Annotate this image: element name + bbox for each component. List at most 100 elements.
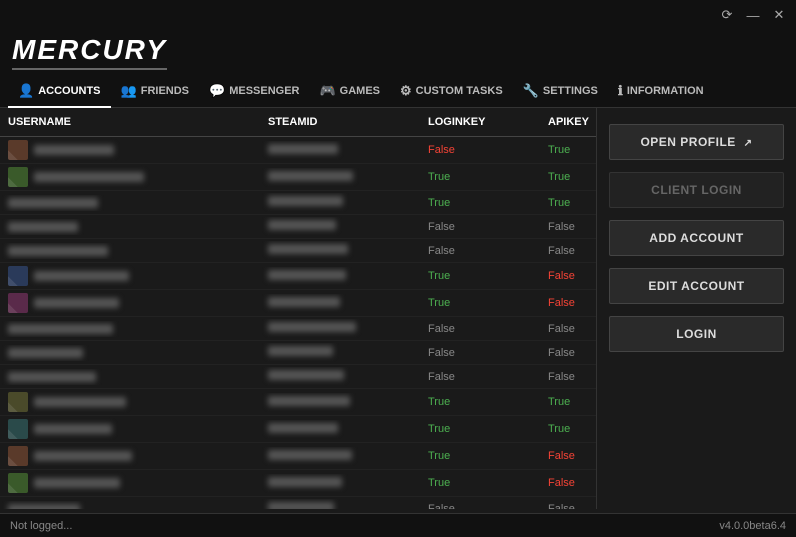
games-icon: 🎮 [319,83,335,99]
apikey-cell: True [540,168,596,186]
username-cell [0,321,260,337]
username-cell [0,369,260,385]
right-panel: OPEN PROFILE ↗ Client Login ADD ACCOUNT … [596,108,796,509]
apikey-cell: True [540,141,596,159]
apikey-cell: False [540,368,596,386]
col-loginkey: LOGINKEY [420,112,540,132]
steamid-cell [260,319,420,338]
table-row[interactable]: FalseFalse [0,239,596,263]
steamid-cell [260,141,420,160]
table-row[interactable]: TrueFalse [0,470,596,497]
loginkey-cell: True [420,447,540,465]
edit-account-button[interactable]: EDIT ACCOUNT [609,268,784,304]
nav-item-messenger[interactable]: 💬 MESSENGER [199,76,309,108]
steamid-cell [260,367,420,386]
logo-text: MERCURY [12,34,167,70]
table-row[interactable]: TrueTrue [0,164,596,191]
loginkey-cell: False [420,320,540,338]
open-profile-button[interactable]: OPEN PROFILE ↗ [609,124,784,160]
accounts-icon: 👤 [18,83,34,99]
table-row[interactable]: TrueFalse [0,443,596,470]
steamid-cell [260,420,420,439]
nav-bar: 👤ACCOUNTS 👥 FRIENDS 💬 MESSENGER 🎮GAMES⚙CUSTOM… [0,76,796,108]
nav-label-settings: SETTINGS [543,85,598,97]
table-body[interactable]: FalseTrueTrueTrueTrueTrueFalseFalseFalse… [0,137,596,509]
table-area: USERNAME STEAMID LOGINKEY APIKEY FalseTr… [0,108,596,509]
username-cell [0,195,260,211]
loginkey-cell: False [420,218,540,236]
apikey-cell: True [540,393,596,411]
col-steamid: STEAMID [260,112,420,132]
nav-item-accounts[interactable]: 👤ACCOUNTS [8,76,111,108]
client-login-button[interactable]: Client Login [609,172,784,208]
table-row[interactable]: FalseFalse [0,365,596,389]
loginkey-cell: False [420,242,540,260]
nav-item-settings[interactable]: 🔧SETTINGS [513,76,608,108]
col-apikey: APIKEY [540,112,596,132]
table-row[interactable]: FalseFalse [0,215,596,239]
username-cell [0,416,260,442]
nav-item-friends[interactable]: 👥 FRIENDS [111,76,199,108]
username-cell [0,290,260,316]
nav-label-messenger: MESSENGER [229,85,299,97]
apikey-cell: True [540,194,596,212]
friends-icon: 👥 [121,83,137,99]
add-account-button[interactable]: ADD ACCOUNT [609,220,784,256]
main-content: USERNAME STEAMID LOGINKEY APIKEY FalseTr… [0,108,796,509]
table-row[interactable]: TrueTrue [0,191,596,215]
table-row[interactable]: FalseTrue [0,137,596,164]
table-row[interactable]: TrueTrue [0,416,596,443]
nav-label-custom-tasks: CUSTOM TASKS [416,85,503,97]
title-bar: ⟳ — ✕ [0,0,796,30]
status-left: Not logged... [10,520,72,532]
username-cell [0,137,260,163]
username-cell [0,470,260,496]
username-cell [0,164,260,190]
apikey-cell: False [540,267,596,285]
username-cell [0,345,260,361]
loginkey-cell: True [420,194,540,212]
apikey-cell: False [540,500,596,510]
table-row[interactable]: FalseFalse [0,341,596,365]
nav-item-custom-tasks[interactable]: ⚙CUSTOM TASKS [390,76,513,108]
loginkey-cell: True [420,294,540,312]
apikey-cell: False [540,218,596,236]
minimize-button[interactable]: — [744,6,762,24]
steamid-cell [260,343,420,362]
loginkey-cell: True [420,393,540,411]
table-row[interactable]: TrueFalse [0,263,596,290]
login-button[interactable]: LOGIN [609,316,784,352]
table-row[interactable]: TrueFalse [0,290,596,317]
steamid-cell [260,267,420,286]
loginkey-cell: True [420,474,540,492]
nav-label-friends: FRIENDS [141,85,189,97]
nav-item-information[interactable]: ℹ INFORMATION [608,76,714,108]
loginkey-cell: False [420,344,540,362]
table-row[interactable]: FalseFalse [0,497,596,509]
steamid-cell [260,294,420,313]
open-profile-arrow: ↗ [744,138,753,149]
nav-item-games[interactable]: 🎮GAMES [309,76,390,108]
messenger-icon: 💬 [209,83,225,99]
apikey-cell: False [540,294,596,312]
username-cell [0,501,260,510]
nav-label-information: INFORMATION [627,85,704,97]
apikey-cell: True [540,420,596,438]
steamid-cell [260,168,420,187]
close-button[interactable]: ✕ [770,6,788,24]
table-row[interactable]: FalseFalse [0,317,596,341]
username-cell [0,243,260,259]
table-row[interactable]: TrueTrue [0,389,596,416]
apikey-cell: False [540,447,596,465]
apikey-cell: False [540,242,596,260]
loginkey-cell: False [420,500,540,510]
steamid-cell [260,241,420,260]
steamid-cell [260,193,420,212]
restore-button[interactable]: ⟳ [718,6,736,24]
username-cell [0,219,260,235]
loginkey-cell: False [420,141,540,159]
loginkey-cell: True [420,420,540,438]
steamid-cell [260,447,420,466]
steamid-cell [260,474,420,493]
information-icon: ℹ [618,83,623,99]
